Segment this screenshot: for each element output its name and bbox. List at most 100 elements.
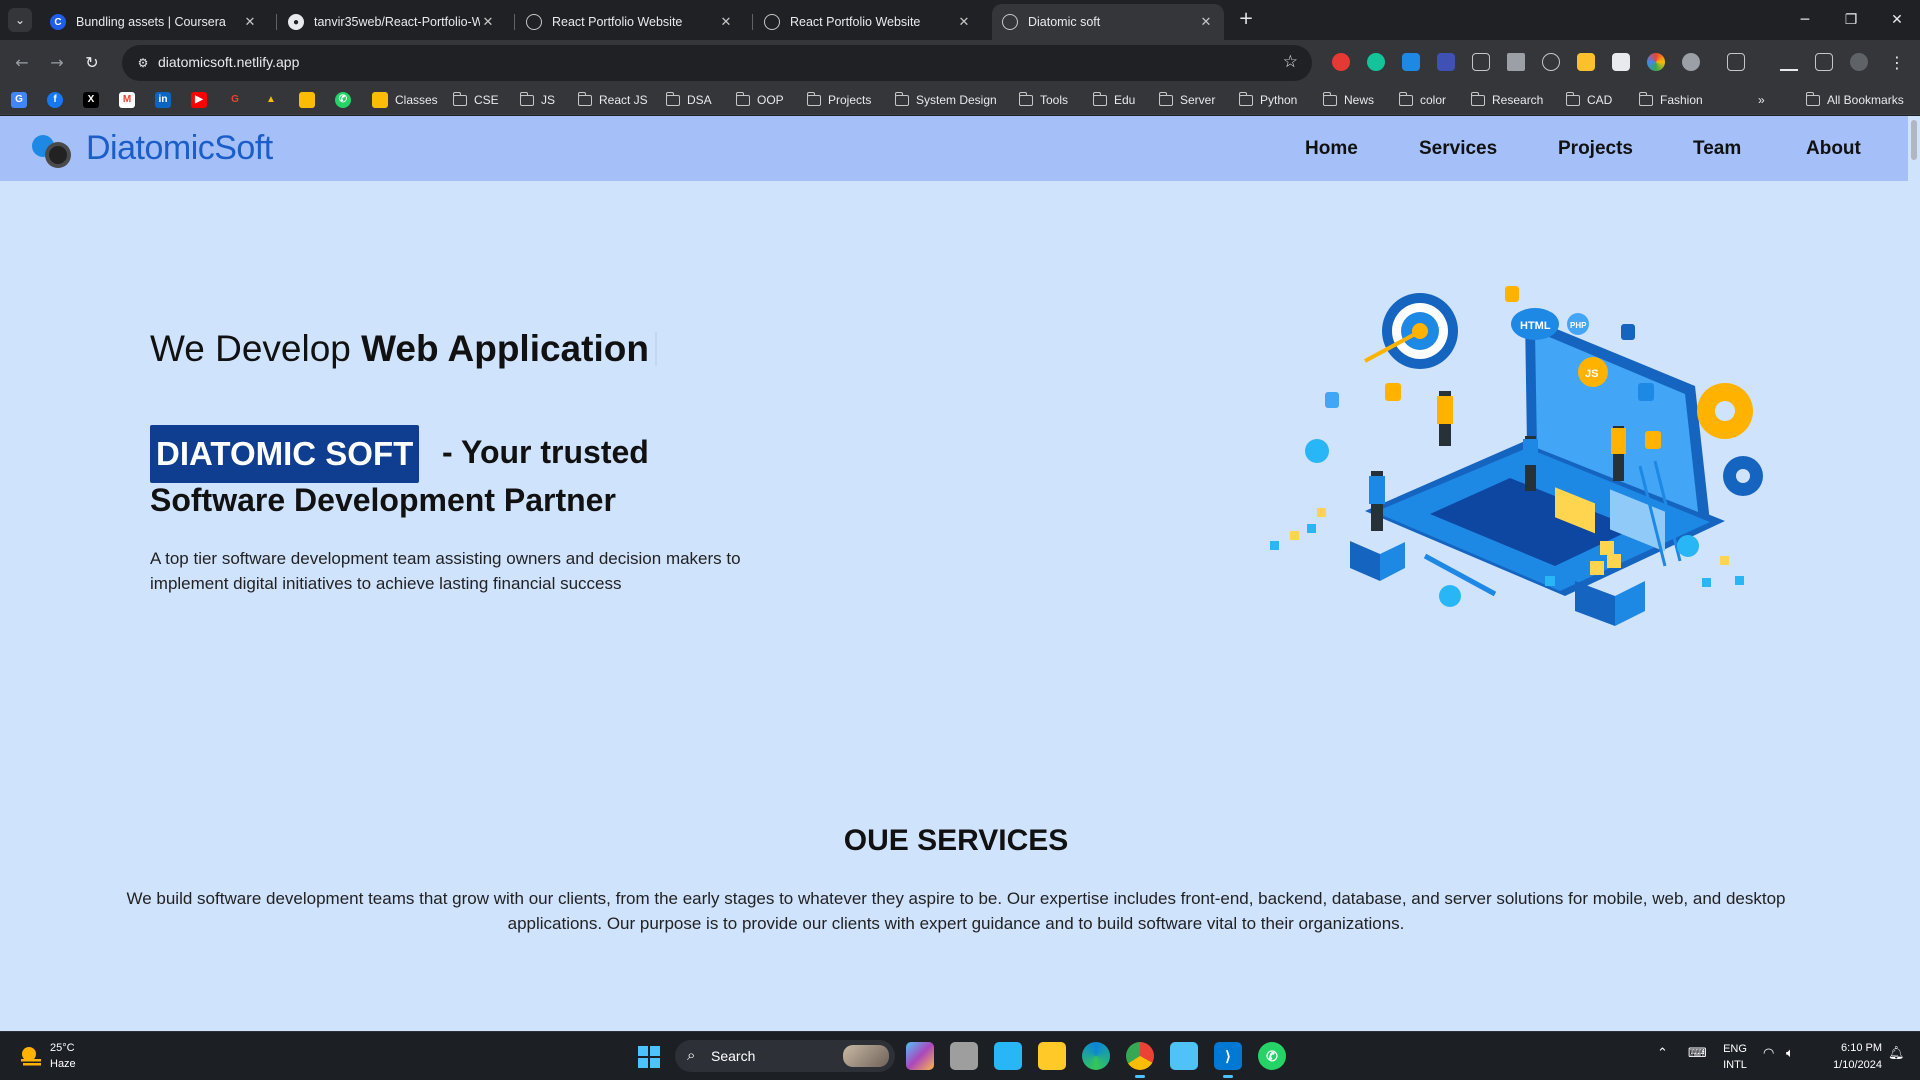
extension-icon[interactable]: [1647, 53, 1665, 71]
close-icon[interactable]: ✕: [242, 14, 258, 30]
logo-icon[interactable]: [28, 130, 78, 170]
close-window-icon[interactable]: ✕: [1882, 6, 1912, 34]
browser-tab[interactable]: ● tanvir35web/React-Portfolio-W ✕: [278, 4, 506, 40]
youtube-icon[interactable]: ▶: [191, 92, 207, 108]
notification-bell-icon[interactable]: 🔔︎: [1888, 1046, 1905, 1061]
reload-icon[interactable]: ↻: [79, 50, 105, 76]
bookmark-folder[interactable]: JS: [519, 91, 555, 109]
browser-tab[interactable]: C Bundling assets | Coursera ✕: [40, 4, 268, 40]
page-scrollbar[interactable]: [1908, 116, 1920, 1031]
more-bookmarks-chevron-icon[interactable]: »: [1758, 91, 1765, 109]
weather-temperature[interactable]: 25°C: [50, 1042, 75, 1054]
bookmark-folder[interactable]: DSA: [665, 91, 712, 109]
extension-icon[interactable]: [1402, 53, 1420, 71]
browser-tab-active[interactable]: Diatomic soft ✕: [992, 4, 1224, 40]
keyboard-icon[interactable]: ⌨: [1688, 1046, 1707, 1061]
site-logo-text[interactable]: DiatomicSoft: [86, 129, 273, 168]
bookmark-folder[interactable]: Tools: [1018, 91, 1068, 109]
all-bookmarks[interactable]: All Bookmarks: [1805, 91, 1904, 109]
close-icon[interactable]: ✕: [480, 14, 496, 30]
eyedropper-icon[interactable]: [1507, 53, 1525, 71]
whatsapp-icon[interactable]: ✆: [1258, 1042, 1286, 1070]
site-info-icon[interactable]: ⚙: [134, 54, 152, 72]
new-tab-button[interactable]: +: [1234, 8, 1258, 32]
bookmark-folder[interactable]: Server: [1158, 91, 1215, 109]
google-drive-icon[interactable]: ▲: [263, 92, 279, 108]
language-layout[interactable]: INTL: [1720, 1059, 1750, 1071]
bookmark-folder[interactable]: CAD: [1565, 91, 1612, 109]
chrome-icon[interactable]: [1126, 1042, 1154, 1078]
google-translate-icon[interactable]: G: [11, 92, 27, 108]
side-panel-icon[interactable]: [1815, 53, 1833, 71]
download-icon[interactable]: [1780, 53, 1798, 71]
nav-services-link[interactable]: Services: [1419, 138, 1497, 160]
bookmark-folder[interactable]: System Design: [894, 91, 997, 109]
file-explorer-icon[interactable]: [1038, 1042, 1066, 1070]
profile-avatar[interactable]: [1850, 53, 1868, 71]
app-icon[interactable]: [1170, 1042, 1198, 1070]
windows-start-icon[interactable]: [638, 1046, 660, 1068]
scrollbar-thumb[interactable]: [1911, 120, 1917, 160]
extension-icon[interactable]: [1332, 53, 1350, 71]
x-icon[interactable]: X: [83, 92, 99, 108]
clock-date[interactable]: 1/10/2024: [1812, 1059, 1882, 1071]
nav-about-link[interactable]: About: [1806, 138, 1861, 160]
language-indicator[interactable]: ENG: [1720, 1043, 1750, 1055]
linkedin-icon[interactable]: in: [155, 92, 171, 108]
extension-icon[interactable]: [1612, 53, 1630, 71]
bookmark-folder[interactable]: Edu: [1092, 91, 1135, 109]
bookmark-folder[interactable]: Research: [1470, 91, 1543, 109]
bookmark-folder[interactable]: News: [1322, 91, 1374, 109]
address-url[interactable]: diatomicsoft.netlify.app: [158, 54, 299, 70]
clock-time[interactable]: 6:10 PM: [1818, 1042, 1882, 1054]
translate-icon[interactable]: [1437, 53, 1455, 71]
weather-condition[interactable]: Haze: [50, 1058, 76, 1070]
nav-projects-link[interactable]: Projects: [1558, 138, 1633, 160]
grammarly-icon[interactable]: [1367, 53, 1385, 71]
google-icon[interactable]: G: [227, 92, 243, 108]
volume-icon[interactable]: 🔈︎: [1786, 1046, 1794, 1061]
edge-icon[interactable]: [1082, 1042, 1110, 1070]
taskbar-search[interactable]: ⌕ Search: [675, 1040, 895, 1072]
gmail-icon[interactable]: M: [119, 92, 135, 108]
react-devtools-icon[interactable]: [1542, 53, 1560, 71]
bookmark-classes[interactable]: Classes: [372, 91, 438, 109]
bookmark-folder[interactable]: CSE: [452, 91, 499, 109]
app-icon[interactable]: [994, 1042, 1022, 1070]
address-bar[interactable]: ⚙ diatomicsoft.netlify.app ☆: [122, 45, 1312, 81]
browser-tab[interactable]: React Portfolio Website ✕: [754, 4, 982, 40]
minimize-icon[interactable]: ─: [1790, 6, 1820, 34]
tab-search-button[interactable]: ⌄: [8, 8, 32, 32]
bookmark-folder[interactable]: OOP: [735, 91, 784, 109]
forward-icon[interactable]: →: [44, 50, 70, 76]
extensions-puzzle-icon[interactable]: [1727, 53, 1745, 71]
nav-home-link[interactable]: Home: [1305, 138, 1358, 160]
facebook-icon[interactable]: f: [47, 92, 63, 108]
chevron-up-icon[interactable]: ⌃: [1657, 1046, 1668, 1061]
bookmark-folder[interactable]: color: [1398, 91, 1446, 109]
copilot-icon[interactable]: [906, 1042, 934, 1070]
bookmark-folder[interactable]: React JS: [577, 91, 648, 109]
extension-icon[interactable]: [1682, 53, 1700, 71]
browser-tab[interactable]: React Portfolio Website ✕: [516, 4, 744, 40]
nav-team-link[interactable]: Team: [1693, 138, 1741, 160]
bookmark-folder[interactable]: Projects: [806, 91, 871, 109]
back-icon[interactable]: ←: [9, 50, 35, 76]
task-view-icon[interactable]: [950, 1042, 978, 1070]
globe-icon: [526, 14, 542, 30]
function-icon[interactable]: [1472, 53, 1490, 71]
close-icon[interactable]: ✕: [956, 14, 972, 30]
close-icon[interactable]: ✕: [1198, 14, 1214, 30]
keep-icon[interactable]: [299, 92, 315, 108]
weather-haze-icon[interactable]: [18, 1044, 44, 1070]
vscode-icon[interactable]: ⟩: [1214, 1042, 1242, 1078]
bookmark-folder[interactable]: Python: [1238, 91, 1297, 109]
close-icon[interactable]: ✕: [718, 14, 734, 30]
wifi-icon[interactable]: ◠: [1763, 1046, 1774, 1061]
bookmark-folder[interactable]: Fashion: [1638, 91, 1703, 109]
bookmark-star-icon[interactable]: ☆: [1283, 52, 1298, 72]
restore-icon[interactable]: ❐: [1836, 6, 1866, 34]
extension-icon[interactable]: [1577, 53, 1595, 71]
menu-kebab-icon[interactable]: ⋮: [1884, 50, 1910, 76]
whatsapp-icon[interactable]: ✆: [335, 92, 351, 108]
